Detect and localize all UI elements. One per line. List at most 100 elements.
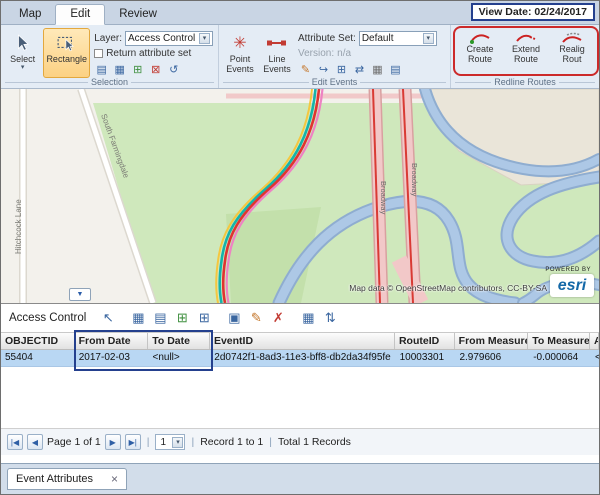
select-cursor-icon: [14, 32, 32, 54]
page-size-caret-icon: ▾: [172, 437, 183, 448]
selection-group-label: Selection: [5, 77, 214, 87]
select-dropdown-caret-icon[interactable]: ▾: [21, 64, 25, 71]
version-value: n/a: [337, 48, 351, 59]
point-events-button[interactable]: ✳ Point Events: [222, 28, 258, 78]
bottom-tab-strip: Event Attributes ×: [1, 463, 599, 495]
page-size-select[interactable]: 1 ▾: [155, 434, 185, 450]
ribbon: Select ▾ Rectangle Layer: Access Control…: [1, 25, 599, 89]
column-header-routeid[interactable]: RouteID: [395, 333, 455, 349]
select-label: Select: [10, 54, 35, 64]
line-events-icon: [266, 32, 288, 54]
edit-event-icon[interactable]: ✎: [298, 62, 313, 77]
extend-route-label2: Route: [514, 54, 538, 64]
tab-event-attributes[interactable]: Event Attributes ×: [7, 468, 127, 490]
prev-page-button[interactable]: ◀: [27, 434, 43, 450]
select-events-button[interactable]: ↖: [98, 308, 118, 328]
event-editor-window: Map Edit Review View Date: 02/24/2017 Se…: [0, 0, 600, 495]
column-header-from-measure[interactable]: From Measure: [455, 333, 529, 349]
edit-events-group-label: Edit Events: [223, 77, 446, 87]
rectangle-select-icon: [57, 32, 77, 54]
layer-select[interactable]: Access Control ▾: [125, 31, 213, 46]
extend-route-icon: [516, 32, 536, 44]
remove-selection-icon[interactable]: ⊠: [148, 62, 163, 77]
cell-objectid: 55404: [1, 350, 75, 366]
layer-select-caret-icon[interactable]: ▾: [199, 33, 210, 44]
attribute-set-grid-button[interactable]: ▤: [150, 308, 170, 328]
create-route-button[interactable]: Create Route: [457, 27, 503, 75]
add-selection-icon[interactable]: ⊞: [130, 62, 145, 77]
tab-edit[interactable]: Edit: [55, 4, 105, 25]
save-edits-button[interactable]: ▣: [224, 308, 244, 328]
street-label-broadway-2: Broadway: [410, 163, 419, 197]
line-events-label2: Events: [263, 64, 291, 74]
cell-from-date: 2017-02-03: [75, 350, 149, 366]
powered-by-label: POWERED BY: [545, 267, 591, 273]
cell-access: <n: [591, 350, 599, 366]
create-route-label1: Create: [466, 44, 493, 54]
attribute-list-icon[interactable]: ▤: [94, 62, 109, 77]
event-attributes-tab-label: Event Attributes: [16, 473, 93, 485]
column-header-objectid[interactable]: OBJECTID: [1, 333, 75, 349]
realign-route-label2: Rout: [562, 54, 581, 64]
map-canvas[interactable]: Hitchcock Lane South Farmingdale Broadwa…: [1, 89, 599, 303]
realign-route-label1: Realig: [559, 44, 585, 54]
total-records-label: Total 1 Records: [278, 436, 351, 448]
line-events-button[interactable]: Line Events: [260, 28, 294, 78]
swap-event-icon[interactable]: ⇄: [352, 62, 367, 77]
column-header-eventid[interactable]: EventID: [210, 333, 395, 349]
next-page-button[interactable]: ▶: [105, 434, 121, 450]
last-page-button[interactable]: ▶|: [125, 434, 141, 450]
return-attribute-set-checkbox[interactable]: [94, 49, 103, 58]
pager-separator: |: [145, 436, 152, 448]
close-tab-icon[interactable]: ×: [111, 472, 118, 486]
rectangle-label: Rectangle: [46, 54, 87, 64]
rectangle-tool-button[interactable]: Rectangle: [43, 28, 90, 78]
selection-grid-icon[interactable]: ▦: [112, 62, 127, 77]
table-empty-area: [1, 367, 599, 429]
layer-select-value: Access Control: [128, 33, 195, 44]
sort-button[interactable]: ⇅: [320, 308, 340, 328]
point-events-icon: ✳: [233, 32, 246, 54]
events-grid-icon[interactable]: ▦: [370, 62, 385, 77]
extend-route-label1: Extend: [512, 44, 540, 54]
redline-group-label: Redline Routes: [455, 77, 595, 87]
street-label-hitchcock: Hitchcock Lane: [14, 199, 23, 254]
table-row[interactable]: 55404 2017-02-03 <null> 2d0742f1-8ad3-11…: [1, 350, 599, 367]
record-range-label: Record 1 to 1: [200, 436, 263, 448]
show-all-records-button[interactable]: ▦: [128, 308, 148, 328]
column-header-access[interactable]: Ac: [590, 333, 599, 349]
layer-label: Layer:: [94, 33, 122, 44]
tab-map[interactable]: Map: [5, 5, 55, 24]
attribute-set-select[interactable]: Default ▾: [359, 31, 437, 46]
column-header-to-measure[interactable]: To Measure: [528, 333, 590, 349]
ribbon-group-redline: Create Route Extend Route Realig Rout Re…: [451, 25, 599, 88]
move-event-icon[interactable]: ↪: [316, 62, 331, 77]
cell-to-measure: -0.000064: [529, 350, 591, 366]
map-collapse-button[interactable]: ▼: [69, 288, 91, 301]
split-event-icon[interactable]: ⊞: [334, 62, 349, 77]
panel-title: Access Control: [9, 312, 86, 324]
copy-record-button[interactable]: ⊞: [194, 308, 214, 328]
table-view-button[interactable]: ▦: [298, 308, 318, 328]
clear-selection-icon[interactable]: ↺: [166, 62, 181, 77]
map-graphics: Hitchcock Lane South Farmingdale Broadwa…: [1, 89, 599, 303]
add-record-button[interactable]: ⊞: [172, 308, 192, 328]
edit-events-options: Attribute Set: Default ▾ Version: n/a ✎ …: [295, 27, 440, 77]
pager-separator: |: [189, 436, 196, 448]
tab-review[interactable]: Review: [105, 5, 171, 24]
street-label-broadway-1: Broadway: [379, 181, 388, 215]
column-header-to-date[interactable]: To Date: [148, 333, 210, 349]
realign-route-button[interactable]: Realig Rout: [549, 27, 595, 75]
extend-route-button[interactable]: Extend Route: [503, 27, 549, 75]
attribute-set-caret-icon[interactable]: ▾: [423, 33, 434, 44]
point-events-label1: Point: [230, 54, 251, 64]
events-table-icon[interactable]: ▤: [388, 62, 403, 77]
line-events-label1: Line: [268, 54, 285, 64]
first-page-button[interactable]: |◀: [7, 434, 23, 450]
select-tool-button[interactable]: Select ▾: [4, 28, 41, 78]
return-attribute-set-label: Return attribute set: [106, 48, 191, 59]
delete-record-button[interactable]: ✗: [268, 308, 288, 328]
collapse-icon: ▼: [77, 291, 84, 298]
edit-attributes-button[interactable]: ✎: [246, 308, 266, 328]
column-header-from-date[interactable]: From Date: [75, 333, 149, 349]
